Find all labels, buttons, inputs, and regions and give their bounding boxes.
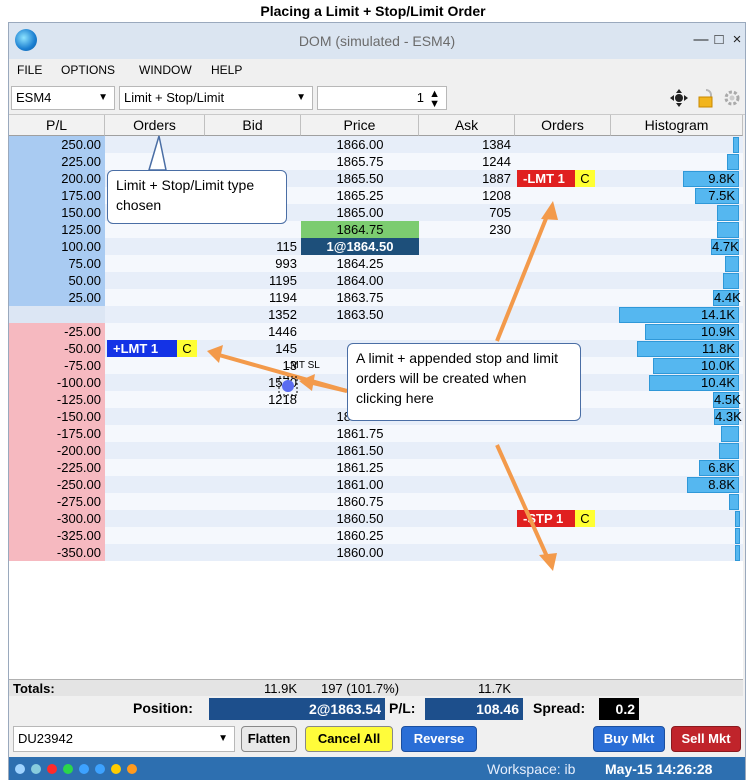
maximize-icon[interactable]: □ [711, 31, 727, 49]
flatten-button[interactable]: Flatten [241, 726, 297, 752]
chevron-down-icon: ▼ [98, 92, 108, 103]
symbol-select[interactable]: ESM4 ▼ [11, 86, 115, 110]
reverse-button[interactable]: Reverse [401, 726, 477, 752]
totals-price: 197 (101.7%) [320, 681, 400, 696]
quantity-value: 1 [416, 90, 424, 105]
title-bar: DOM (simulated - ESM4) — □ × [9, 23, 745, 59]
spread-label: Spread: [533, 700, 586, 716]
sell-mkt-button[interactable]: Sell Mkt [671, 726, 741, 752]
red-dot-icon[interactable] [47, 764, 57, 774]
status-datetime: May-15 14:26:28 [605, 761, 713, 777]
spread-value: 0.2 [599, 698, 639, 720]
menu-bar: FILE OPTIONS WINDOW HELP [9, 59, 745, 81]
menu-options[interactable]: OPTIONS [61, 63, 115, 77]
move-arrows-icon[interactable] [669, 89, 689, 107]
bottom-bar: DU23942 ▼ Flatten Cancel All Reverse Buy… [9, 722, 743, 756]
symbol-value: ESM4 [16, 90, 52, 105]
callout-type-chosen: Limit + Stop/Limit type chosen [107, 170, 287, 224]
quantity-stepper[interactable]: 1 ▲ ▼ [317, 86, 447, 110]
yellow-dot-icon[interactable] [111, 764, 121, 774]
lock-icon[interactable] [697, 88, 715, 108]
pl-value: 108.46 [425, 698, 523, 720]
stepper-arrows-icon[interactable]: ▲ ▼ [429, 89, 440, 110]
connection-icon [15, 764, 25, 774]
chevron-down-icon: ▼ [296, 92, 306, 103]
totals-row: Totals: 11.9K 197 (101.7%) 11.7K [9, 679, 743, 696]
menu-file[interactable]: FILE [17, 63, 42, 77]
workspace-label[interactable]: Workspace: ib [487, 761, 575, 777]
close-icon[interactable]: × [729, 31, 745, 49]
orange-dot-icon[interactable] [127, 764, 137, 774]
green-dot-icon[interactable] [63, 764, 73, 774]
status-bar: Workspace: ib May-15 14:26:28 [9, 757, 745, 780]
order-type-select[interactable]: Limit + Stop/Limit ▼ [119, 86, 313, 110]
pl-label: P/L: [389, 700, 416, 716]
menu-window[interactable]: WINDOW [139, 63, 192, 77]
toolbar: ESM4 ▼ Limit + Stop/Limit ▼ 1 ▲ ▼ [9, 81, 745, 115]
position-value: 2@1863.54 [209, 698, 385, 720]
cancel-all-button[interactable]: Cancel All [305, 726, 393, 752]
dom-ladder: P/L Orders Bid Price Ask Orders Histogra… [9, 115, 743, 679]
account-value: DU23942 [18, 731, 73, 746]
link-icon [31, 764, 41, 774]
order-type-value: Limit + Stop/Limit [124, 90, 225, 105]
account-select[interactable]: DU23942 ▼ [13, 726, 235, 752]
position-bar: Position: 2@1863.54 P/L: 108.46 Spread: … [9, 696, 743, 722]
blue-dot-icon[interactable] [95, 764, 105, 774]
totals-ask: 11.7K [477, 681, 511, 696]
position-label: Position: [133, 700, 193, 716]
totals-bid: 11.9K [263, 681, 297, 696]
gear-icon[interactable] [723, 89, 741, 107]
buy-mkt-button[interactable]: Buy Mkt [593, 726, 665, 752]
dom-window: DOM (simulated - ESM4) — □ × FILE OPTION… [8, 22, 746, 780]
crosshair-cursor-icon [278, 376, 298, 396]
menu-help[interactable]: HELP [211, 63, 242, 77]
blue-dot-icon[interactable] [79, 764, 89, 774]
chevron-down-icon: ▼ [218, 733, 228, 744]
totals-label: Totals: [13, 681, 55, 696]
minimize-icon[interactable]: — [693, 31, 709, 49]
callout-click-here: A limit + appended stop and limit orders… [347, 343, 581, 421]
page-title: Placing a Limit + Stop/Limit Order [260, 3, 486, 19]
window-title: DOM (simulated - ESM4) [298, 33, 456, 49]
